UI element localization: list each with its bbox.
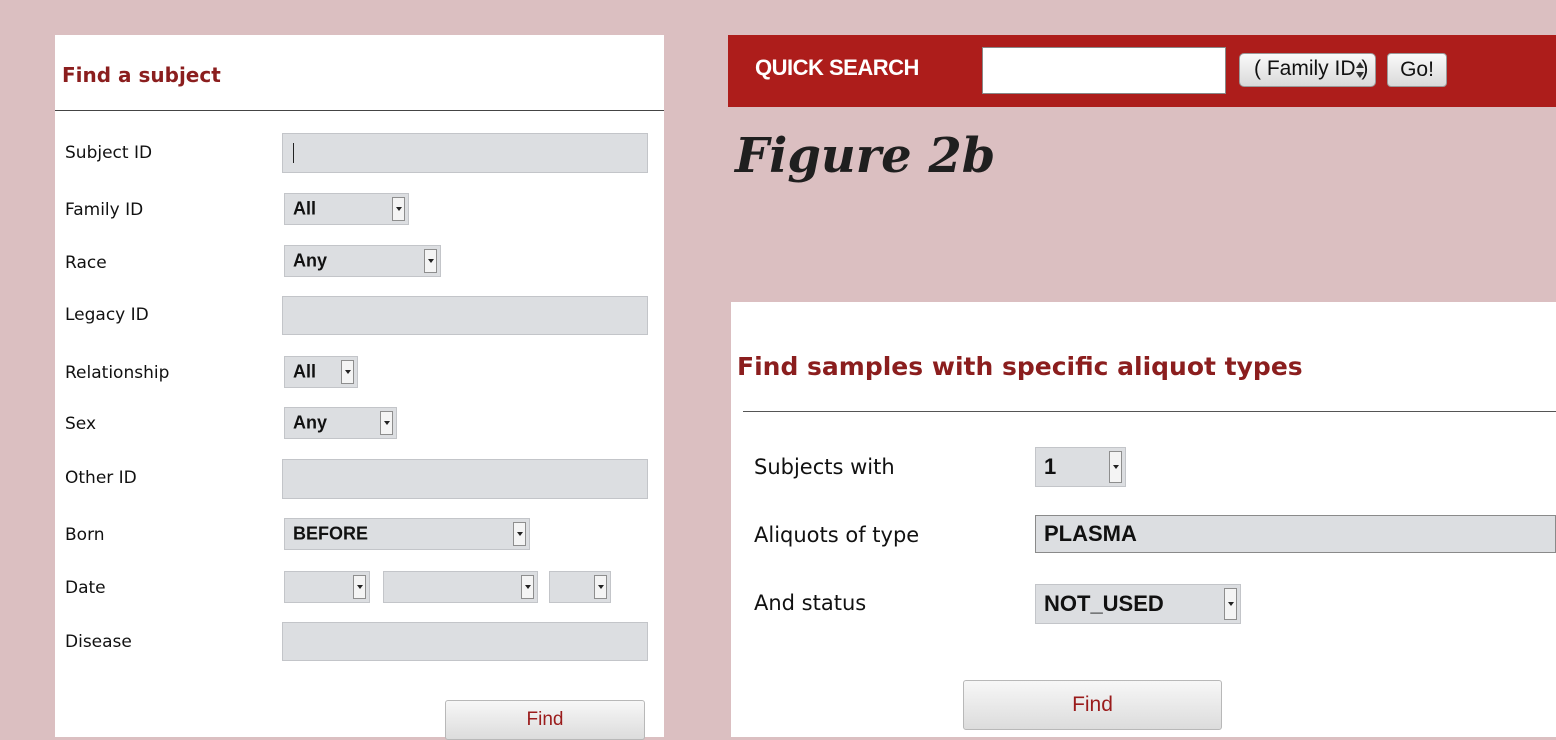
panel-title: Find samples with specific aliquot types: [737, 352, 1303, 381]
status-value: NOT_USED: [1044, 591, 1164, 616]
subject-id-label: Subject ID: [65, 143, 153, 163]
status-select[interactable]: NOT_USED: [1035, 584, 1241, 624]
find-samples-panel: Find samples with specific aliquot types…: [731, 302, 1556, 737]
quick-search-bar: QUICK SEARCH ( Family ID ) Go!: [728, 35, 1556, 107]
text-cursor: [293, 143, 294, 163]
race-label: Race: [65, 253, 107, 273]
sex-value: Any: [293, 412, 328, 433]
chevron-down-icon: [341, 360, 354, 384]
legacy-id-input[interactable]: [282, 296, 648, 335]
aliquot-type-select[interactable]: PLASMA: [1035, 515, 1556, 553]
relationship-select[interactable]: All: [284, 356, 358, 388]
chevron-down-icon: [380, 411, 393, 435]
go-button[interactable]: Go!: [1387, 53, 1447, 87]
date-label: Date: [65, 578, 106, 598]
other-id-label: Other ID: [65, 468, 137, 488]
race-select[interactable]: Any: [284, 245, 441, 277]
born-label: Born: [65, 525, 105, 545]
quick-search-label: QUICK SEARCH: [755, 55, 919, 80]
subjects-with-select[interactable]: 1: [1035, 447, 1126, 487]
sex-label: Sex: [65, 414, 97, 434]
other-id-input[interactable]: [282, 459, 648, 499]
quick-search-type-select[interactable]: ( Family ID ): [1239, 53, 1376, 87]
quick-search-input[interactable]: [982, 47, 1226, 94]
date-month-select[interactable]: [284, 571, 370, 603]
relationship-label: Relationship: [65, 363, 170, 383]
disease-input[interactable]: [282, 622, 648, 661]
chevron-down-icon: [424, 249, 437, 273]
chevron-down-icon: [1109, 451, 1122, 483]
aliquot-type-label: Aliquots of type: [754, 523, 920, 547]
date-year-select[interactable]: [549, 571, 611, 603]
family-id-value: All: [293, 198, 317, 219]
family-id-select[interactable]: All: [284, 193, 409, 225]
find-subject-button[interactable]: Find: [445, 700, 645, 740]
status-label: And status: [754, 591, 867, 615]
chevron-down-icon: [513, 522, 526, 546]
chevron-down-icon: [353, 575, 366, 599]
born-value: BEFORE: [293, 523, 369, 544]
race-value: Any: [293, 250, 328, 271]
up-down-arrows-icon: [1356, 62, 1364, 78]
disease-label: Disease: [65, 632, 132, 652]
divider: [743, 411, 1556, 412]
divider: [55, 110, 664, 111]
quick-search-type-value: ( Family ID ): [1254, 57, 1369, 80]
chevron-down-icon: [594, 575, 607, 599]
subjects-with-value: 1: [1044, 454, 1057, 479]
date-day-select[interactable]: [383, 571, 538, 603]
sex-select[interactable]: Any: [284, 407, 397, 439]
chevron-down-icon: [521, 575, 534, 599]
born-select[interactable]: BEFORE: [284, 518, 530, 550]
find-subject-panel: Find a subject Subject ID Family ID All …: [55, 35, 664, 740]
family-id-label: Family ID: [65, 200, 144, 220]
subjects-with-label: Subjects with: [754, 455, 895, 479]
chevron-down-icon: [1224, 588, 1237, 620]
chevron-down-icon: [392, 197, 405, 221]
figure-caption: Figure 2b: [735, 128, 996, 184]
subject-id-input[interactable]: [282, 133, 648, 173]
panel-title: Find a subject: [62, 63, 221, 87]
legacy-id-label: Legacy ID: [65, 305, 149, 325]
relationship-value: All: [293, 361, 317, 382]
find-samples-button[interactable]: Find: [963, 680, 1222, 730]
aliquot-type-value: PLASMA: [1044, 521, 1137, 546]
